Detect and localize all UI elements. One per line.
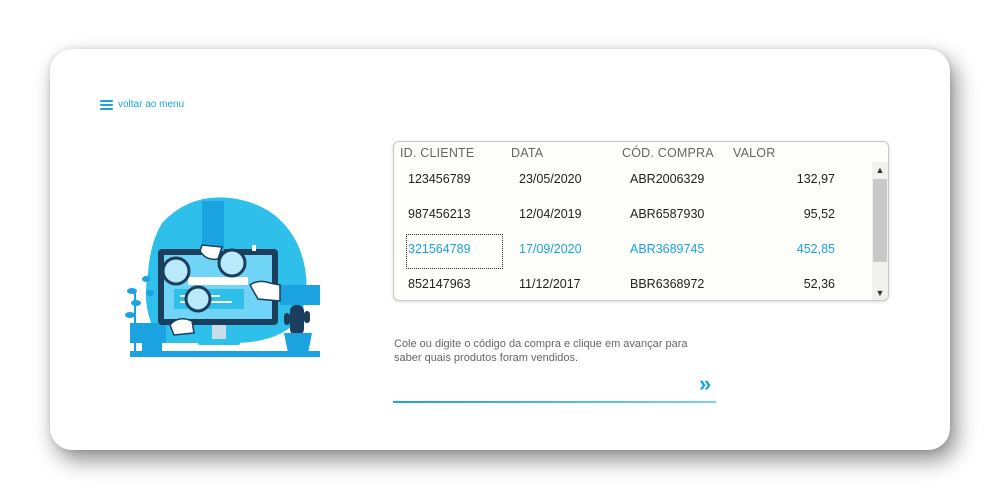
back-to-menu-link[interactable]: voltar ao menu	[100, 99, 184, 110]
header-client-id: ID. CLIENTE	[400, 146, 475, 160]
double-chevron-right-icon[interactable]: »	[699, 373, 717, 397]
cell-date: 12/04/2019	[519, 207, 582, 221]
cell-client-id: 852147963	[408, 277, 471, 291]
instruction-text: Cole ou digite o código da compra e cliq…	[394, 338, 688, 364]
input-underline	[393, 401, 716, 403]
table-row[interactable]: 123456789 23/05/2020 ABR2006329 132,97	[394, 163, 872, 198]
cell-value: 452,85	[796, 242, 835, 256]
cell-value: 95,52	[803, 207, 835, 221]
cell-client-id: 321564789	[408, 242, 471, 256]
cell-purchase-code: ABR6587930	[630, 207, 705, 221]
table-row-selected[interactable]: 321564789 17/09/2020 ABR3689745 452,85	[394, 233, 872, 269]
scroll-thumb[interactable]	[873, 179, 887, 262]
cell-date: 17/09/2020	[519, 242, 582, 256]
table-header: ID. CLIENTE DATA CÓD. COMPRA VALOR	[394, 142, 872, 164]
header-date: DATA	[511, 146, 544, 160]
purchases-table: ID. CLIENTE DATA CÓD. COMPRA VALOR 12345…	[393, 141, 889, 301]
header-purchase-code: CÓD. COMPRA	[622, 146, 714, 160]
search-illustration	[125, 197, 320, 357]
main-card: voltar ao menu ID. CLIENTE DATA CÓD. COM…	[50, 49, 950, 450]
cell-client-id: 123456789	[408, 172, 471, 186]
cell-value: 132,97	[796, 172, 835, 186]
table-row[interactable]: 987456213 12/04/2019 ABR6587930 95,52	[394, 198, 872, 233]
table-row[interactable]: 852147963 11/12/2017 BBR6368972 52,36	[394, 268, 872, 300]
cell-purchase-code: BBR6368972	[630, 277, 705, 291]
cell-purchase-code: ABR3689745	[630, 242, 705, 256]
cell-client-id: 987456213	[408, 207, 471, 221]
back-to-menu-label: voltar ao menu	[118, 99, 185, 110]
cell-date: 23/05/2020	[519, 172, 582, 186]
cell-date: 11/12/2017	[519, 277, 581, 291]
cell-value: 52,36	[803, 277, 835, 291]
purchase-code-input[interactable]	[393, 369, 693, 401]
cell-purchase-code: ABR2006329	[630, 172, 705, 186]
table-scrollbar[interactable]: ▲ ▼	[872, 162, 888, 300]
scroll-up-icon[interactable]: ▲	[872, 163, 888, 177]
scroll-down-icon[interactable]: ▼	[872, 286, 888, 300]
hamburger-icon	[100, 99, 113, 110]
header-value: VALOR	[733, 146, 776, 160]
purchase-code-field: »	[393, 369, 716, 403]
